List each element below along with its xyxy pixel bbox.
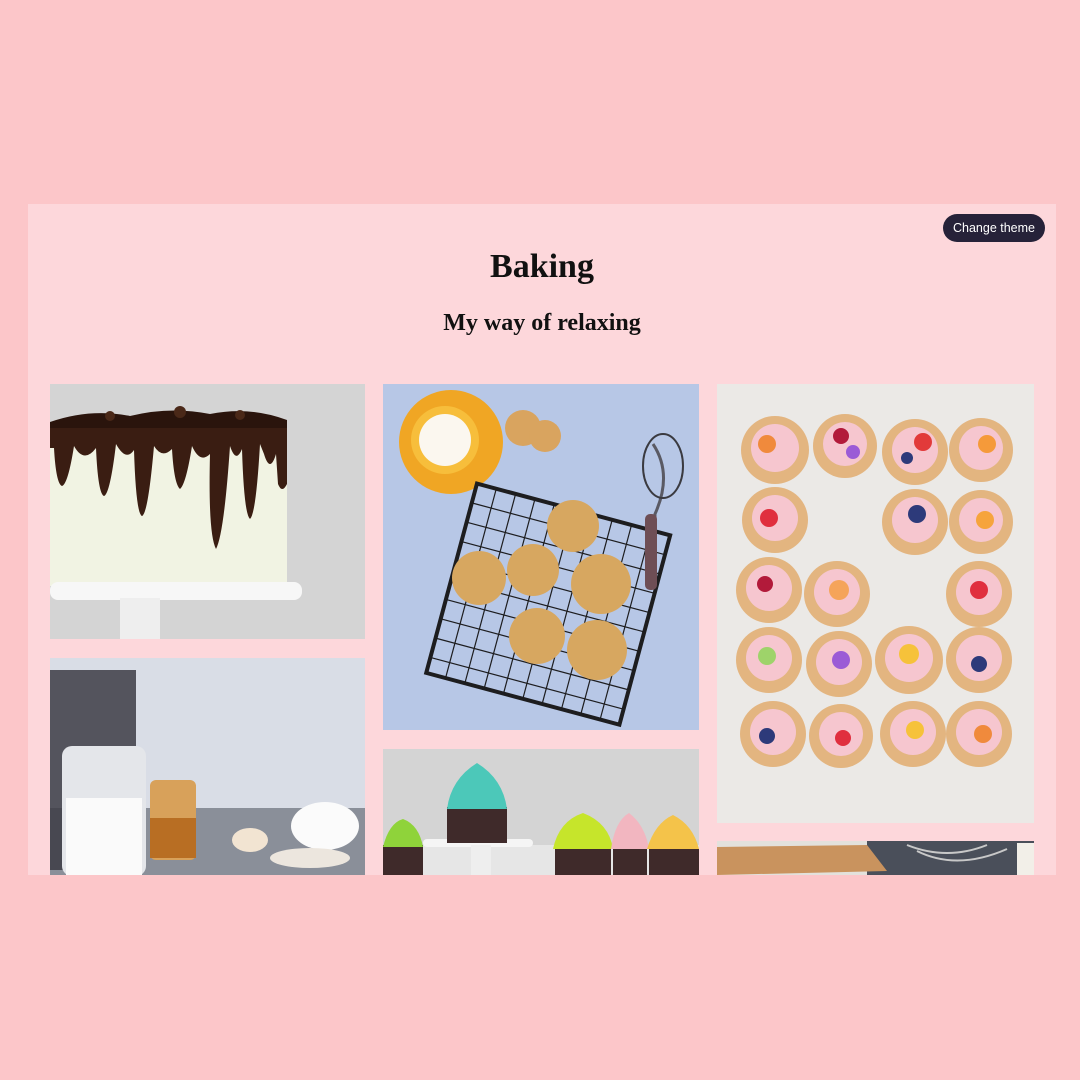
drip-cake-photo-icon	[50, 384, 365, 639]
gallery-image-cupcakes[interactable]	[383, 749, 699, 875]
rolling-pin-photo-icon	[717, 841, 1034, 875]
change-theme-button[interactable]: Change theme	[942, 214, 1045, 242]
gallery-image-fruit-tarts[interactable]	[717, 384, 1034, 823]
gallery-image-cookies[interactable]	[383, 384, 699, 730]
main-panel: Change theme Baking My way of relaxing	[28, 204, 1056, 875]
gallery-image-drip-cake[interactable]	[50, 384, 365, 639]
gallery-image-rolling-pin[interactable]	[717, 841, 1034, 875]
cupcakes-photo-icon	[383, 749, 699, 875]
cookies-on-rack-photo-icon	[383, 384, 699, 730]
baking-ingredients-photo-icon	[50, 658, 365, 875]
gallery-image-ingredients[interactable]	[50, 658, 365, 875]
page-subtitle: My way of relaxing	[443, 310, 641, 336]
fruit-tarts-photo-icon	[717, 384, 1034, 823]
page-title: Baking	[490, 248, 594, 285]
